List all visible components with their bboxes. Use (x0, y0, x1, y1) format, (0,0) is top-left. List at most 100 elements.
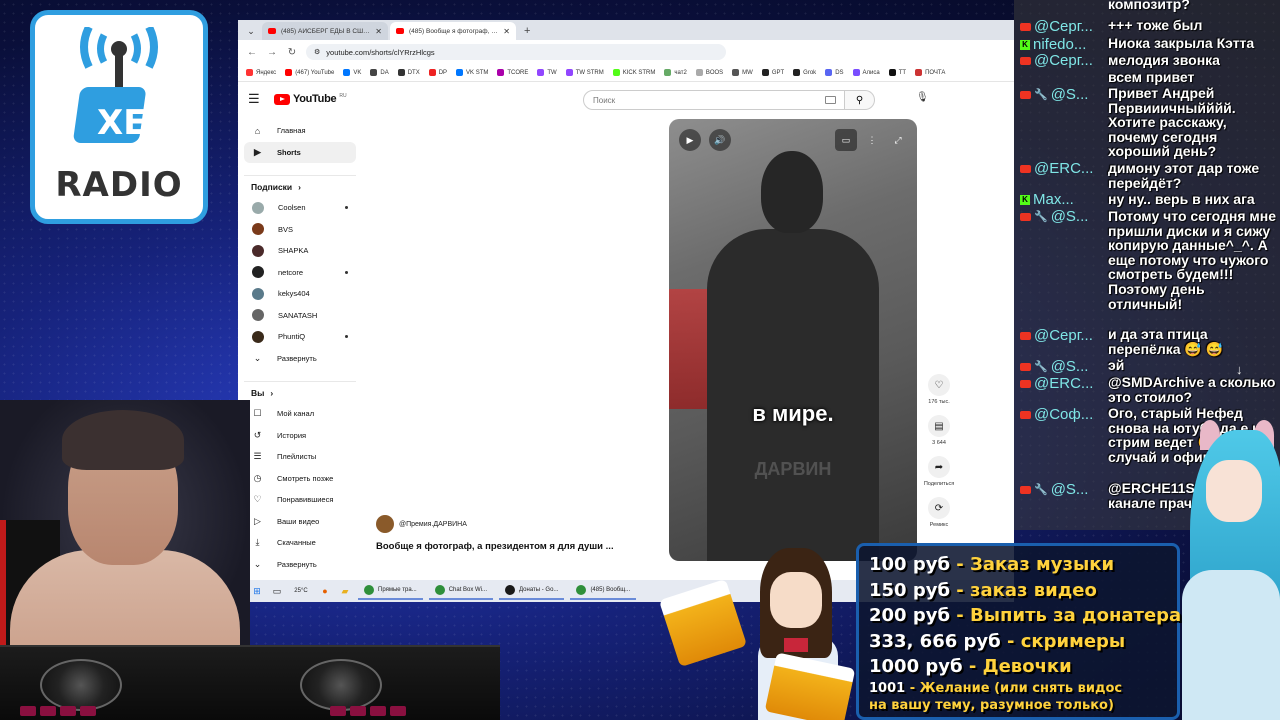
bookmark-item[interactable]: MW (732, 69, 753, 76)
sidebar-item-you[interactable]: ♡ Понравившиеся (244, 489, 356, 511)
new-tab-button[interactable]: + (518, 22, 536, 40)
site-info-icon[interactable]: ⚙ (314, 48, 320, 56)
youtube-logo[interactable]: YouTube RU (274, 93, 347, 105)
weather-widget[interactable]: 25°C (290, 584, 312, 598)
bookmark-item[interactable]: DS (825, 69, 844, 76)
bookmark-item[interactable]: TT (888, 69, 906, 76)
sidebar-item-subscription[interactable]: netcore (244, 262, 356, 284)
bookmark-favicon-icon (825, 69, 833, 76)
bookmark-item[interactable]: VK STM (456, 69, 488, 76)
sidebar-item-you[interactable]: ◷ Смотреть позже (244, 468, 356, 490)
chat-author[interactable]: 🔧 @S... (1020, 86, 1088, 103)
play-icon[interactable]: ▶ (679, 129, 701, 151)
bookmark-item[interactable]: чат2 (664, 69, 687, 76)
tab-close-icon[interactable]: ✕ (375, 27, 382, 36)
wrench-icon: 🔧 (1034, 484, 1048, 496)
chat-author[interactable]: @Серг... (1020, 52, 1093, 69)
bookmark-item[interactable]: VK (343, 69, 361, 76)
donation-price-list: 100 руб - Заказ музыки 150 руб - заказ ви… (856, 543, 1181, 720)
mic-icon[interactable]: 🎙 (916, 92, 929, 103)
firefox-icon[interactable]: ● (318, 584, 332, 598)
tab-close-icon[interactable]: ✕ (503, 27, 510, 36)
share-button[interactable]: ➦ (928, 456, 950, 478)
chat-author[interactable]: @ERC... (1020, 375, 1093, 392)
sidebar-you-header[interactable]: Вы › (244, 381, 356, 403)
volume-icon[interactable]: 🔊 (709, 129, 731, 151)
bookmark-item[interactable]: ПОЧТА (915, 69, 945, 76)
taskbar-app[interactable]: Прямые тра... (358, 582, 423, 600)
chat-author-name: @Серг... (1034, 18, 1093, 35)
remix-button[interactable]: ⟳ (928, 497, 950, 519)
bookmark-item[interactable]: Grok (793, 69, 816, 76)
back-icon[interactable]: ← (246, 47, 258, 58)
bookmark-item[interactable]: (467) YouTube (285, 69, 334, 76)
url-field[interactable]: ⚙ youtube.com/shorts/clYRrzHlcgs (306, 44, 726, 60)
bookmark-item[interactable]: Яндекс (246, 69, 276, 76)
short-channel[interactable]: @Премия.ДАРВИНА (376, 515, 467, 533)
sidebar-expand-subscriptions[interactable]: ⌄ Развернуть (244, 348, 356, 370)
sidebar-item-you[interactable]: ☰ Плейлисты (244, 446, 356, 468)
keyboard-icon[interactable] (825, 96, 836, 104)
sidebar-expand-you[interactable]: ⌄ Развернуть (244, 554, 356, 576)
forward-icon[interactable]: → (266, 47, 278, 58)
captions-icon[interactable]: ▭ (835, 129, 857, 151)
chat-author[interactable]: 🔧 @S... (1020, 481, 1088, 498)
tab-search-icon[interactable]: ⌄ (242, 22, 260, 40)
sidebar-item-you[interactable]: ▷ Ваши видео (244, 511, 356, 533)
sidebar-subscriptions-header[interactable]: Подписки › (244, 175, 356, 197)
bookmark-item[interactable]: Алиса (852, 69, 880, 76)
bookmark-item[interactable]: BOOS (695, 69, 723, 76)
chat-author[interactable]: K Max... (1020, 191, 1074, 208)
chat-author[interactable]: @ERC... (1020, 160, 1093, 177)
bookmark-item[interactable]: DA (370, 69, 389, 76)
chat-author[interactable]: Knifedo... (1020, 36, 1086, 53)
chat-author[interactable]: 🔧 @S... (1020, 358, 1088, 375)
bookmark-item[interactable]: DTX (397, 69, 420, 76)
taskbar-app[interactable]: Chat Box Wi... (428, 582, 494, 600)
sidebar-item-subscription[interactable]: kekys404 (244, 283, 356, 305)
kick-icon: K (1020, 194, 1030, 205)
sidebar-item-you[interactable]: ☐ Мой канал (244, 403, 356, 425)
sidebar-item-shorts[interactable]: ▶ Shorts (244, 141, 356, 163)
taskbar-app[interactable]: (485) Вообщ... (570, 582, 637, 600)
search-button[interactable]: ⚲ (845, 90, 875, 110)
start-icon[interactable]: ⊞ (250, 584, 264, 598)
sidebar-item-subscription[interactable]: SHAPKA (244, 240, 356, 262)
chat-author[interactable]: @Серг... (1020, 18, 1093, 35)
bookmark-item[interactable]: KICK STRM (612, 69, 655, 76)
menu-icon[interactable]: ☰ (248, 91, 268, 107)
short-title[interactable]: Вообще я фотограф, а президентом я для д… (376, 541, 614, 552)
sidebar-item-subscription[interactable]: PhuntiQ (244, 326, 356, 348)
bookmark-item[interactable]: DP (428, 69, 447, 76)
sidebar-item-subscription[interactable]: BVS (244, 219, 356, 241)
scroll-down-icon[interactable]: ↓ (1236, 362, 1243, 377)
sidebar-item-subscription[interactable]: Coolsen (244, 197, 356, 219)
reload-icon[interactable]: ↻ (286, 47, 298, 58)
search-input[interactable]: Поиск (583, 90, 845, 110)
comments-button[interactable]: ▤ (928, 415, 950, 437)
taskbar-app[interactable]: Донаты - Go... (499, 582, 565, 600)
donation-line: 333, 666 руб - скримеры (869, 629, 1177, 655)
folder-icon[interactable]: ▰ (338, 584, 352, 598)
sidebar-item-home[interactable]: ⌂ Главная (244, 120, 356, 142)
chat-author[interactable]: 🔧 @S... (1020, 208, 1088, 225)
bookmark-item[interactable]: TW STRM (565, 69, 604, 76)
chat-author[interactable]: @Серг... (1020, 327, 1093, 344)
streamer-hair (62, 410, 184, 470)
sidebar-item-you[interactable]: ↺ История (244, 425, 356, 447)
tab-aisberg[interactable]: (485) АЙСБЕРГ ЕДЫ В США - ✕ (262, 22, 388, 40)
chat-author[interactable]: @Соф... (1020, 406, 1093, 423)
comment-icon: ▤ (934, 420, 944, 432)
like-button[interactable]: ♡ (928, 374, 950, 396)
fullscreen-icon[interactable]: ⤢ (887, 129, 909, 151)
pad (80, 706, 96, 716)
sidebar-item-you[interactable]: ⤓ Скачанные (244, 532, 356, 554)
sidebar-item-subscription[interactable]: SANATASH (244, 305, 356, 327)
bookmark-item[interactable]: TW (537, 69, 557, 76)
bookmark-item[interactable]: TCORE (497, 69, 528, 76)
short-video-player[interactable]: ▶ 🔊 ▭ ⋮ ⤢ в мире. ДАРВИН (669, 119, 917, 561)
bookmark-item[interactable]: GPT (761, 69, 784, 76)
task-view-icon[interactable]: ▭ (270, 584, 284, 598)
tab-current-short[interactable]: (485) Вообще я фотограф, а п ✕ (390, 22, 516, 40)
more-vertical-icon[interactable]: ⋮ (861, 129, 883, 151)
